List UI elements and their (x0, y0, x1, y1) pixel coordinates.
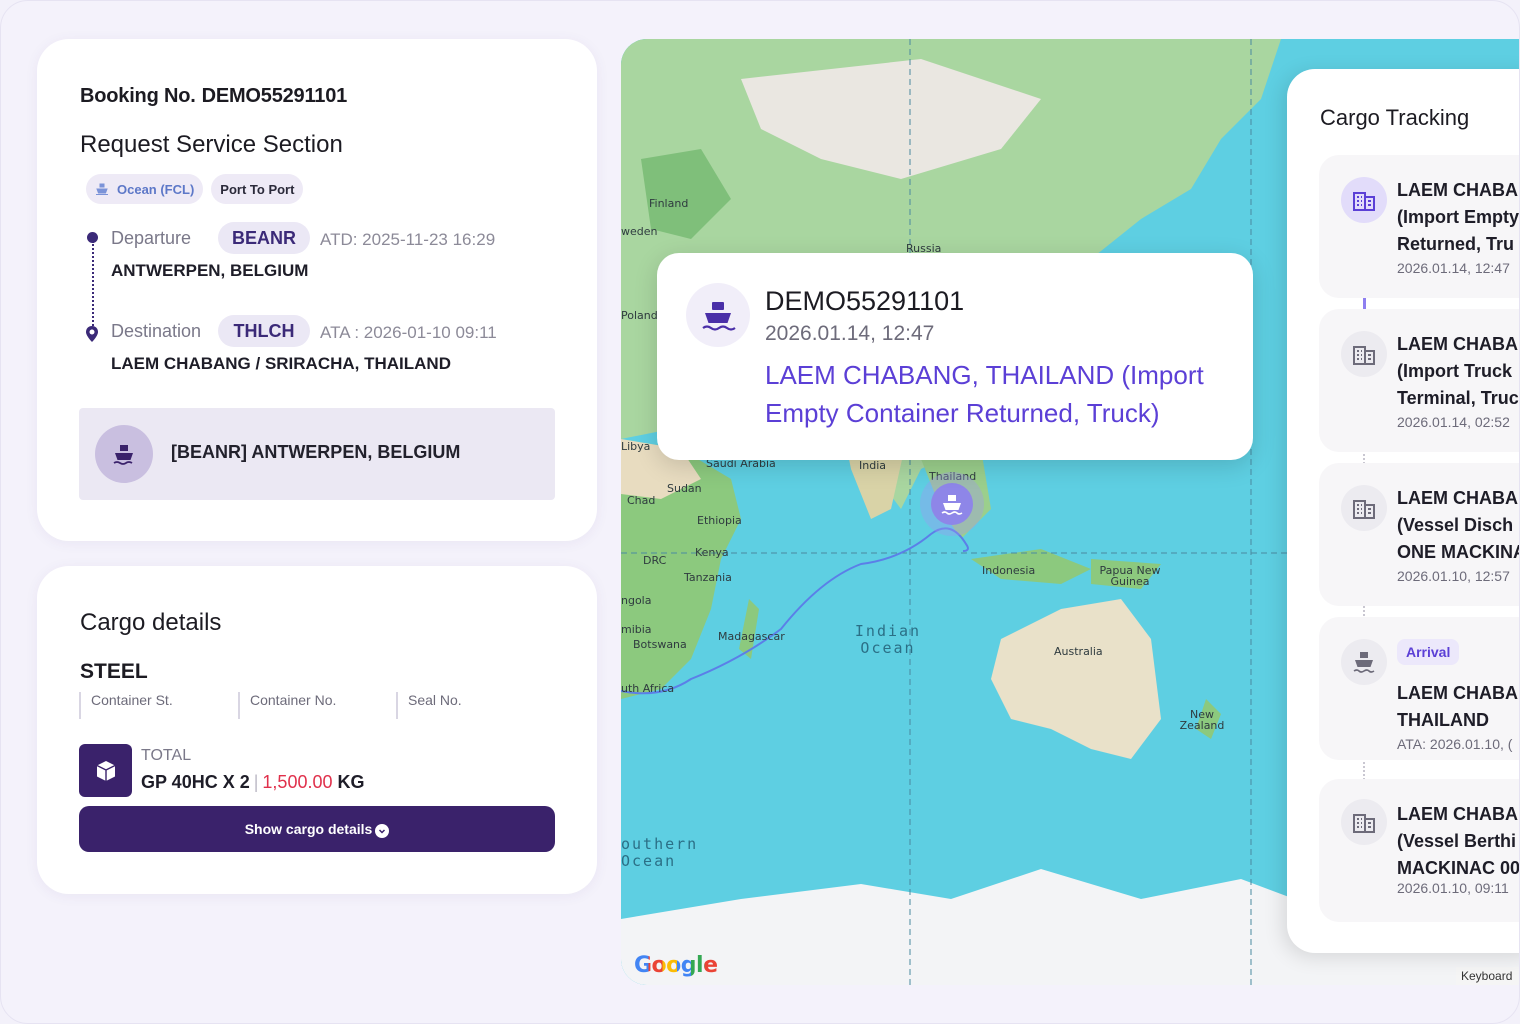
tracking-item-text: LAEM CHABA (Vessel Berthi MACKINAC 00 (1397, 804, 1520, 878)
label-drc: DRC (643, 554, 667, 567)
service-chip: Port To Port (211, 174, 304, 204)
tracking-item-time: 2026.01.14, 02:52 (1397, 414, 1510, 430)
label-india: India (859, 459, 886, 472)
label-kenya: Kenya (695, 546, 729, 559)
tracking-item[interactable]: LAEM CHABA (Vessel Disch ONE MACKINA 2026.… (1319, 463, 1520, 606)
ship-icon (931, 483, 973, 525)
check-circle-icon (375, 823, 390, 838)
building-icon (1341, 177, 1387, 223)
tracking-item-time: ATA: 2026.01.10, ( (1397, 736, 1513, 752)
column-seal-no: Seal No. (396, 692, 554, 719)
tracking-item-time: 2026.01.14, 12:47 (1397, 260, 1510, 276)
popup-booking-number: DEMO55291101 (765, 286, 965, 316)
building-icon (1341, 331, 1387, 377)
show-cargo-details-label: Show cargo details (244, 821, 373, 837)
departure-code: BEANR (218, 222, 310, 254)
label-sweden: weden (621, 225, 658, 238)
label-ethiopia: Ethiopia (697, 514, 742, 527)
tracking-item-time: 2026.01.10, 12:57 (1397, 568, 1510, 584)
tracking-item-text: LAEM CHABA (Import Empty Returned, Tru (1397, 180, 1520, 254)
pin-icon (86, 326, 98, 342)
service-chips: Ocean (FCL) Port To Port (86, 174, 304, 204)
label-south-africa: uth Africa (621, 682, 675, 695)
cargo-card: Cargo details STEEL Container St. Contai… (37, 566, 597, 894)
section-title: Request Service Section (80, 131, 343, 158)
label-tanzania: Tanzania (684, 571, 732, 584)
total-separator: | (253, 772, 259, 792)
weight-unit: KG (337, 772, 365, 792)
label-sudan: Sudan (667, 482, 702, 495)
departure-place: ANTWERPEN, BELGIUM (111, 261, 309, 280)
booking-card: Booking No. DEMO55291101 Request Service … (37, 39, 597, 541)
booking-number: Booking No. DEMO55291101 (80, 85, 348, 107)
building-icon (1341, 485, 1387, 531)
column-container-status: Container St. (79, 692, 237, 719)
route-line (92, 241, 94, 333)
app-frame: Booking No. DEMO55291101 Request Service … (0, 0, 1520, 1024)
total-value: GP 40HC X 2 | 1,500.00 KG (141, 772, 365, 793)
keyboard-shortcuts-link[interactable]: Keyboard (1456, 967, 1519, 985)
tracking-item-text: LAEM CHABA THAILAND (1397, 683, 1518, 730)
tracking-item[interactable]: LAEM CHABA (Import Truck Terminal, Truc 20… (1319, 309, 1519, 452)
mode-chip: Ocean (FCL) (86, 174, 204, 204)
tracking-item[interactable]: Arrival LAEM CHABA THAILAND ATA: 2026.01.… (1319, 617, 1519, 760)
current-port-box[interactable]: [BEANR] ANTWERPEN, BELGIUM (79, 408, 555, 500)
show-cargo-details-button[interactable]: Show cargo details (79, 806, 555, 852)
column-container-no: Container No. (238, 692, 396, 719)
current-port-label: [BEANR] ANTWERPEN, BELGIUM (171, 442, 461, 462)
tracking-item[interactable]: LAEM CHABA (Vessel Berthi MACKINAC 00 2026… (1319, 779, 1520, 922)
label-namibia: mibia (621, 623, 652, 636)
ship-icon (96, 183, 108, 195)
destination-place: LAEM CHABANG / SRIRACHA, THAILAND (111, 354, 451, 373)
label-indonesia: Indonesia (982, 564, 1036, 577)
departure-label: Departure (111, 228, 192, 248)
label-australia: Australia (1054, 645, 1103, 658)
tracking-item[interactable]: LAEM CHABA (Import Empty Returned, Tru 202… (1319, 155, 1520, 298)
tracking-item-time: 2026.01.10, 09:11 (1397, 880, 1509, 896)
commodity-name: STEEL (80, 660, 148, 683)
label-new-zealand: New Zealand (1179, 708, 1225, 732)
tracking-item-text: LAEM CHABA (Import Truck Terminal, Truc (1397, 334, 1519, 408)
destination-label: Destination (111, 321, 202, 341)
label-indian-ocean: Indian Ocean (854, 622, 922, 657)
label-finland: Finland (649, 197, 689, 210)
label-southern-ocean: outhern Ocean (621, 835, 699, 870)
label-angola: ngola (621, 594, 652, 607)
cargo-tracking-panel: Cargo Tracking LAEM CHABA (Import Empty Re… (1287, 69, 1520, 953)
ship-icon (686, 283, 750, 347)
ship-icon (1341, 639, 1387, 685)
google-logo-text: Google (634, 953, 718, 978)
departure-time: ATD: 2025-11-23 16:29 (320, 230, 496, 249)
label-poland: Poland (621, 309, 658, 322)
label-chad: Chad (627, 494, 656, 507)
label-madagascar: Madagascar (718, 630, 785, 643)
total-weight: 1,500.00 (262, 772, 333, 792)
arrival-badge: Arrival (1397, 639, 1460, 665)
destination-code: THLCH (218, 315, 310, 347)
building-icon (1341, 799, 1387, 845)
popup-event: LAEM CHABANG, THAILAND (Import Empty Con… (765, 360, 1204, 428)
cargo-title: Cargo details (80, 609, 222, 636)
mode-chip-label: Ocean (FCL) (117, 181, 195, 197)
vessel-marker[interactable] (920, 472, 984, 536)
tracking-item-text: LAEM CHABA (Vessel Disch ONE MACKINA (1397, 488, 1520, 562)
booking-number-value: DEMO55291101 (201, 85, 348, 107)
popup-time: 2026.01.14, 12:47 (765, 322, 935, 345)
google-logo: Google (634, 953, 718, 978)
label-botswana: Botswana (633, 638, 687, 651)
ship-icon (95, 425, 153, 483)
label-png: Papua New Guinea (1099, 564, 1161, 588)
destination-time: ATA : 2026-01-10 09:11 (320, 323, 497, 342)
tracking-title: Cargo Tracking (1320, 105, 1470, 130)
label-libya: Libya (621, 440, 651, 453)
container-summary: GP 40HC X 2 (141, 772, 250, 792)
box-icon (79, 744, 132, 797)
total-label: TOTAL (141, 747, 192, 764)
vessel-popup: DEMO55291101 2026.01.14, 12:47 LAEM CHAB… (657, 253, 1253, 460)
